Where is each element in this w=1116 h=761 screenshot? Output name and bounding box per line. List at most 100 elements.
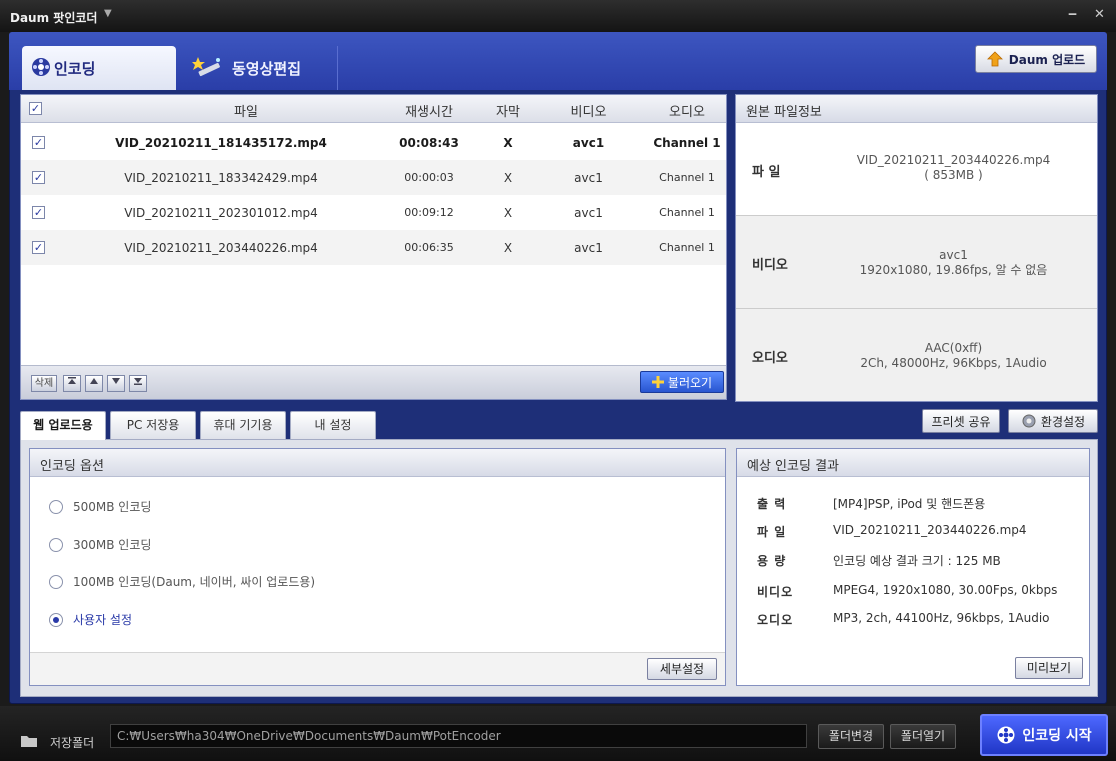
film-reel-icon bbox=[997, 726, 1015, 744]
file-video: avc1 bbox=[574, 206, 603, 220]
result-output-row: 출 력 [MP4]PSP, iPod 및 핸드폰용 bbox=[737, 495, 1089, 523]
load-files-label: 불러오기 bbox=[667, 375, 713, 390]
file-row[interactable]: ✓ VID_20210211_181435172.mp4 00:08:43 X … bbox=[21, 125, 726, 160]
tab-encoding-label: 인코딩 bbox=[54, 59, 96, 78]
file-audio: Channel 1 bbox=[653, 136, 721, 150]
column-subtitle[interactable]: 자막 bbox=[483, 101, 533, 120]
result-output-label: 출 력 bbox=[757, 497, 787, 511]
column-file[interactable]: 파일 bbox=[191, 101, 301, 120]
result-audio-row: 오디오 MP3, 2ch, 44100Hz, 96kbps, 1Audio bbox=[737, 611, 1089, 639]
expected-result-panel: 예상 인코딩 결과 출 력 [MP4]PSP, iPod 및 핸드폰용 파 일 … bbox=[736, 448, 1090, 686]
open-folder-button[interactable]: 폴더열기 bbox=[890, 724, 956, 749]
radio-300mb[interactable] bbox=[49, 537, 63, 552]
daum-upload-button[interactable]: Daum 업로드 bbox=[975, 45, 1097, 73]
tab-video-edit-label: 동영상편집 bbox=[232, 59, 302, 78]
minimize-button[interactable]: ‒ bbox=[1068, 7, 1077, 22]
move-top-button[interactable] bbox=[63, 375, 81, 392]
file-list: ✓ 파일 재생시간 자막 비디오 오디오 ✓ VID_20210211_1814… bbox=[20, 94, 727, 400]
result-output-value: [MP4]PSP, iPod 및 핸드폰용 bbox=[833, 497, 986, 511]
source-file-label: 파 일 bbox=[752, 165, 781, 180]
tab-my-settings[interactable]: 내 설정 bbox=[290, 411, 376, 439]
source-video-label: 비디오 bbox=[752, 258, 788, 273]
option-300mb[interactable]: 300MB 인코딩 bbox=[49, 536, 151, 553]
save-folder-path[interactable]: C:₩Users₩ha304₩OneDrive₩Documents₩Daum₩P… bbox=[110, 724, 807, 748]
select-all-checkbox[interactable]: ✓ bbox=[29, 102, 42, 115]
move-down-button[interactable] bbox=[107, 375, 125, 392]
result-size-value: 인코딩 예상 결과 크기 : 125 MB bbox=[833, 554, 1001, 568]
file-duration: 00:08:43 bbox=[399, 136, 459, 150]
column-audio[interactable]: 오디오 bbox=[647, 101, 727, 120]
option-500mb-label: 500MB 인코딩 bbox=[73, 500, 152, 514]
result-size-label: 용 량 bbox=[757, 554, 787, 568]
expected-result-header: 예상 인코딩 결과 bbox=[737, 449, 1089, 477]
source-audio-label: 오디오 bbox=[752, 351, 788, 366]
change-folder-button[interactable]: 폴더변경 bbox=[818, 724, 884, 749]
encoding-options-panel: 인코딩 옵션 500MB 인코딩 300MB 인코딩 100MB 인코딩(Dau… bbox=[29, 448, 726, 686]
preset-share-button[interactable]: 프리셋 공유 bbox=[922, 409, 1000, 433]
settings-label: 환경설정 bbox=[1040, 414, 1086, 429]
result-video-label: 비디오 bbox=[757, 585, 794, 599]
expected-result-title: 예상 인코딩 결과 bbox=[747, 459, 839, 474]
result-file-label: 파 일 bbox=[757, 525, 787, 539]
file-row-checkbox[interactable]: ✓ bbox=[32, 171, 45, 184]
tab-video-edit[interactable]: 동영상편집 bbox=[178, 46, 338, 90]
file-row[interactable]: ✓ VID_20210211_202301012.mp4 00:09:12 X … bbox=[21, 195, 726, 230]
result-video-value: MPEG4, 1920x1080, 30.00Fps, 0kbps bbox=[833, 583, 1058, 597]
detail-settings-button[interactable]: 세부설정 bbox=[647, 658, 717, 680]
option-300mb-label: 300MB 인코딩 bbox=[73, 538, 152, 552]
folder-icon bbox=[21, 736, 37, 747]
encoding-options-header: 인코딩 옵션 bbox=[30, 449, 725, 477]
tab-encoding[interactable]: 인코딩 bbox=[22, 46, 176, 90]
load-files-button[interactable]: 불러오기 bbox=[640, 371, 724, 393]
file-video: avc1 bbox=[572, 136, 605, 150]
move-up-icon bbox=[90, 378, 98, 384]
option-500mb[interactable]: 500MB 인코딩 bbox=[49, 498, 151, 515]
source-file-size: ( 853MB ) bbox=[924, 168, 983, 182]
option-custom[interactable]: 사용자 설정 bbox=[49, 611, 132, 628]
file-row-checkbox[interactable]: ✓ bbox=[32, 136, 45, 149]
bottom-bar: 저장폴더 C:₩Users₩ha304₩OneDrive₩Documents₩D… bbox=[0, 706, 1116, 761]
file-row-checkbox[interactable]: ✓ bbox=[32, 206, 45, 219]
file-row[interactable]: ✓ VID_20210211_203440226.mp4 00:06:35 X … bbox=[21, 230, 726, 265]
source-file-row: 파 일 VID_20210211_203440226.mp4 ( 853MB ) bbox=[736, 123, 1097, 215]
file-name: VID_20210211_181435172.mp4 bbox=[115, 136, 327, 150]
delete-button[interactable]: 삭제 bbox=[31, 375, 57, 392]
column-video[interactable]: 비디오 bbox=[556, 101, 621, 120]
option-custom-label: 사용자 설정 bbox=[73, 613, 133, 627]
file-subtitle: X bbox=[503, 171, 513, 185]
file-name: VID_20210211_202301012.mp4 bbox=[124, 206, 318, 220]
move-up-button[interactable] bbox=[85, 375, 103, 392]
option-100mb[interactable]: 100MB 인코딩(Daum, 네이버, 싸이 업로드용) bbox=[49, 573, 315, 590]
file-subtitle: X bbox=[503, 206, 513, 220]
tab-pc-save[interactable]: PC 저장용 bbox=[110, 411, 196, 439]
upload-arrow-icon bbox=[986, 51, 1003, 67]
app-title: Daum 팟인코더 bbox=[10, 11, 98, 25]
daum-upload-label: Daum 업로드 bbox=[1008, 52, 1086, 67]
start-encoding-label: 인코딩 시작 bbox=[1022, 728, 1092, 744]
file-video: avc1 bbox=[574, 241, 603, 255]
result-file-value: VID_20210211_203440226.mp4 bbox=[833, 523, 1027, 537]
file-audio: Channel 1 bbox=[659, 206, 715, 219]
radio-100mb[interactable] bbox=[49, 574, 63, 589]
move-top-icon bbox=[68, 377, 76, 384]
file-row[interactable]: ✓ VID_20210211_183342429.mp4 00:00:03 X … bbox=[21, 160, 726, 195]
preview-button[interactable]: 미리보기 bbox=[1015, 657, 1083, 679]
start-encoding-button[interactable]: 인코딩 시작 bbox=[980, 714, 1108, 756]
tab-mobile[interactable]: 휴대 기기용 bbox=[200, 411, 286, 439]
encoding-options-title: 인코딩 옵션 bbox=[40, 459, 104, 474]
close-button[interactable]: ✕ bbox=[1094, 7, 1105, 22]
file-duration: 00:09:12 bbox=[404, 206, 454, 219]
settings-button[interactable]: 환경설정 bbox=[1008, 409, 1098, 433]
gear-icon bbox=[1022, 414, 1036, 428]
tab-web-upload[interactable]: 웹 업로드용 bbox=[20, 411, 106, 440]
radio-custom[interactable] bbox=[49, 612, 63, 627]
move-bottom-button[interactable] bbox=[129, 375, 147, 392]
column-duration[interactable]: 재생시간 bbox=[389, 101, 469, 120]
file-row-checkbox[interactable]: ✓ bbox=[32, 241, 45, 254]
app-menu-caret-icon[interactable]: ▼ bbox=[104, 8, 112, 19]
source-info-header: 원본 파일정보 bbox=[736, 95, 1097, 123]
file-audio: Channel 1 bbox=[659, 241, 715, 254]
title-bar: Daum 팟인코더 ▼ ‒ ✕ bbox=[0, 0, 1116, 32]
result-video-row: 비디오 MPEG4, 1920x1080, 30.00Fps, 0kbps bbox=[737, 583, 1089, 611]
radio-500mb[interactable] bbox=[49, 499, 63, 514]
